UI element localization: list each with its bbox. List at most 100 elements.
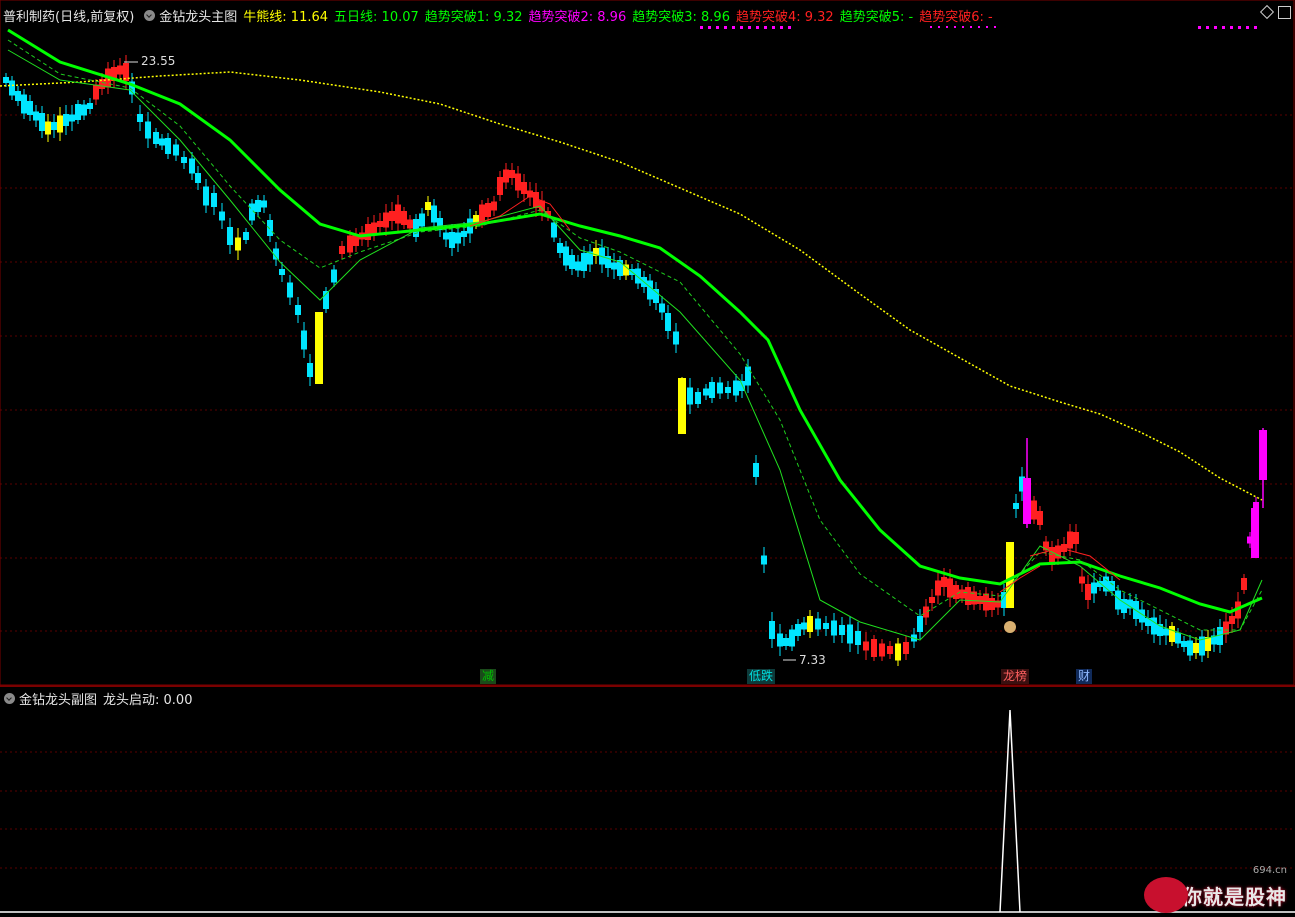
candle-body [63, 114, 69, 126]
candle-body [1251, 508, 1259, 558]
candle-body [959, 589, 965, 599]
candle-body [219, 211, 225, 221]
signal-dot [708, 26, 711, 29]
candle-body [117, 65, 123, 75]
candle-body [533, 192, 539, 208]
candle-body [923, 606, 929, 618]
candle-body [687, 387, 693, 405]
candle-body [1109, 581, 1115, 591]
candle-body [761, 555, 767, 565]
signal-dot [978, 26, 980, 28]
candle-body [653, 289, 659, 303]
candle-body [977, 596, 983, 604]
candle-body [1037, 511, 1043, 525]
candle-body [315, 312, 323, 384]
five-day-line [7, 28, 1263, 614]
candle-body [425, 202, 431, 210]
candle-body [709, 382, 715, 398]
money-bag-icon [1004, 621, 1016, 633]
candle-body [287, 282, 293, 298]
signal-dot [788, 26, 791, 29]
signal-dot [748, 26, 751, 29]
candle-body [903, 642, 909, 654]
candle-body [33, 111, 39, 121]
candle-body [145, 121, 151, 139]
candle-body [953, 585, 959, 599]
sub-indicator-value: 龙头启动: 0.00 [103, 692, 193, 708]
candle-body [647, 280, 653, 300]
candle-body [769, 621, 775, 639]
tag-dragon-list[interactable]: 龙榜 [1001, 669, 1030, 684]
tag-low-drop[interactable]: 低跌 [747, 669, 776, 684]
candle-body [203, 186, 209, 206]
candle-body [189, 158, 195, 174]
candle-body [93, 84, 99, 100]
signal-dot [1230, 26, 1233, 29]
signal-dot [764, 26, 767, 29]
watermark-logo-icon [1144, 877, 1188, 913]
candle-body [581, 253, 587, 271]
candle-body [929, 597, 935, 603]
candle-body [831, 620, 837, 636]
candle-body [165, 138, 171, 154]
candle-body [39, 113, 45, 131]
candle-body [1006, 542, 1014, 608]
signal-dot [938, 26, 940, 28]
candle-body [491, 201, 497, 211]
candle-body [839, 625, 845, 635]
candle-body [307, 363, 313, 377]
candle-body [855, 631, 861, 645]
candle-body [917, 616, 923, 632]
candle-body [569, 255, 575, 269]
candle-body [823, 623, 829, 629]
candle-body [895, 643, 901, 661]
watermark-small-text: 694.cn [1252, 865, 1287, 876]
sub-indicator-spike [999, 709, 1021, 913]
signal-dot [954, 26, 956, 28]
candle-body [1169, 626, 1175, 642]
candle-body [9, 80, 15, 96]
signal-dot [716, 26, 719, 29]
candle-body [255, 200, 261, 212]
tag-reduce[interactable]: 减 [480, 669, 497, 684]
candle-body [989, 598, 995, 610]
candle-body [717, 382, 723, 394]
candle-body [753, 463, 759, 477]
tag-finance[interactable]: 财 [1076, 669, 1093, 684]
candle-body [557, 243, 563, 253]
candle-body [243, 232, 249, 240]
candle-body [1241, 578, 1247, 590]
candle-body [301, 330, 307, 350]
candle-body [1163, 628, 1169, 636]
candle-body [81, 104, 87, 116]
signal-dot [700, 26, 703, 29]
candle-body [261, 200, 267, 208]
main-chart[interactable] [0, 0, 1295, 917]
candle-body [1229, 616, 1235, 624]
candle-body [1205, 637, 1211, 651]
candle-body [461, 231, 467, 237]
candle-body [395, 204, 401, 224]
sub-indicator-menu-icon[interactable] [4, 692, 15, 704]
signal-dot [946, 26, 948, 28]
signal-dot [740, 26, 743, 29]
signal-dot [1238, 26, 1241, 29]
candle-body [267, 220, 273, 236]
candle-body [443, 232, 449, 240]
watermark-text: 你就是股神 [1182, 884, 1287, 909]
candle-body [879, 643, 885, 657]
candle-body [401, 211, 407, 225]
candle-body [69, 114, 75, 122]
candle-body [211, 193, 217, 207]
candle-body [159, 138, 165, 146]
candle-body [783, 638, 789, 646]
candle-body [673, 331, 679, 345]
high-price-label: 23.55 [141, 54, 176, 68]
candle-body [371, 222, 377, 234]
candle-body [3, 77, 9, 83]
candle-body [503, 169, 509, 183]
candle-body [377, 221, 383, 227]
sub-indicator-name[interactable]: 金钻龙头副图 [19, 689, 97, 708]
candle-body [871, 639, 877, 657]
signal-dot [732, 26, 735, 29]
